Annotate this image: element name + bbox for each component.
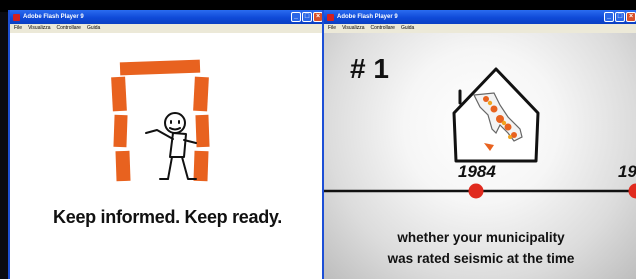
maximize-button[interactable]: □ <box>615 12 625 22</box>
menu-help[interactable]: Guida <box>401 24 414 33</box>
flash-app-icon <box>13 13 20 21</box>
minimize-button[interactable]: _ <box>291 12 301 22</box>
menu-control[interactable]: Controllare <box>370 24 394 33</box>
doorway-figure-illustration <box>111 59 210 182</box>
flash-app-icon <box>327 13 334 21</box>
minimize-button[interactable]: _ <box>604 12 614 22</box>
menu-view[interactable]: Visualizza <box>28 24 50 33</box>
menu-control[interactable]: Controllare <box>56 24 80 33</box>
maximize-button[interactable]: □ <box>302 12 312 22</box>
tagline: Keep informed. Keep ready. <box>53 207 282 227</box>
description-line-2: was rated seismic at the time <box>387 251 575 266</box>
close-button[interactable]: × <box>626 12 636 22</box>
menu-file[interactable]: File <box>328 24 336 33</box>
window-title: Adobe Flash Player 9 <box>337 14 398 20</box>
title-bar[interactable]: Adobe Flash Player 9 _ □ × <box>324 10 636 24</box>
flash-player-window-right: Adobe Flash Player 9 _ □ × File Visualiz… <box>322 10 636 279</box>
timeline-marker-next <box>628 183 636 199</box>
description: whether your municipality was rated seis… <box>324 227 636 269</box>
menu-file[interactable]: File <box>14 24 22 33</box>
timeline-marker <box>468 183 484 199</box>
description-line-1: whether your municipality <box>397 230 565 245</box>
flash-stage: Keep informed. Keep ready. <box>10 33 325 279</box>
window-title: Adobe Flash Player 9 <box>23 14 84 20</box>
flash-player-window-left: Adobe Flash Player 9 _ □ × File Visualiz… <box>8 10 327 279</box>
flash-stage: # 1 1984 19 whether your municipality wa… <box>324 33 636 279</box>
title-bar[interactable]: Adobe Flash Player 9 _ □ × <box>10 10 325 24</box>
menu-help[interactable]: Guida <box>87 24 100 33</box>
menu-view[interactable]: Visualizza <box>342 24 364 33</box>
